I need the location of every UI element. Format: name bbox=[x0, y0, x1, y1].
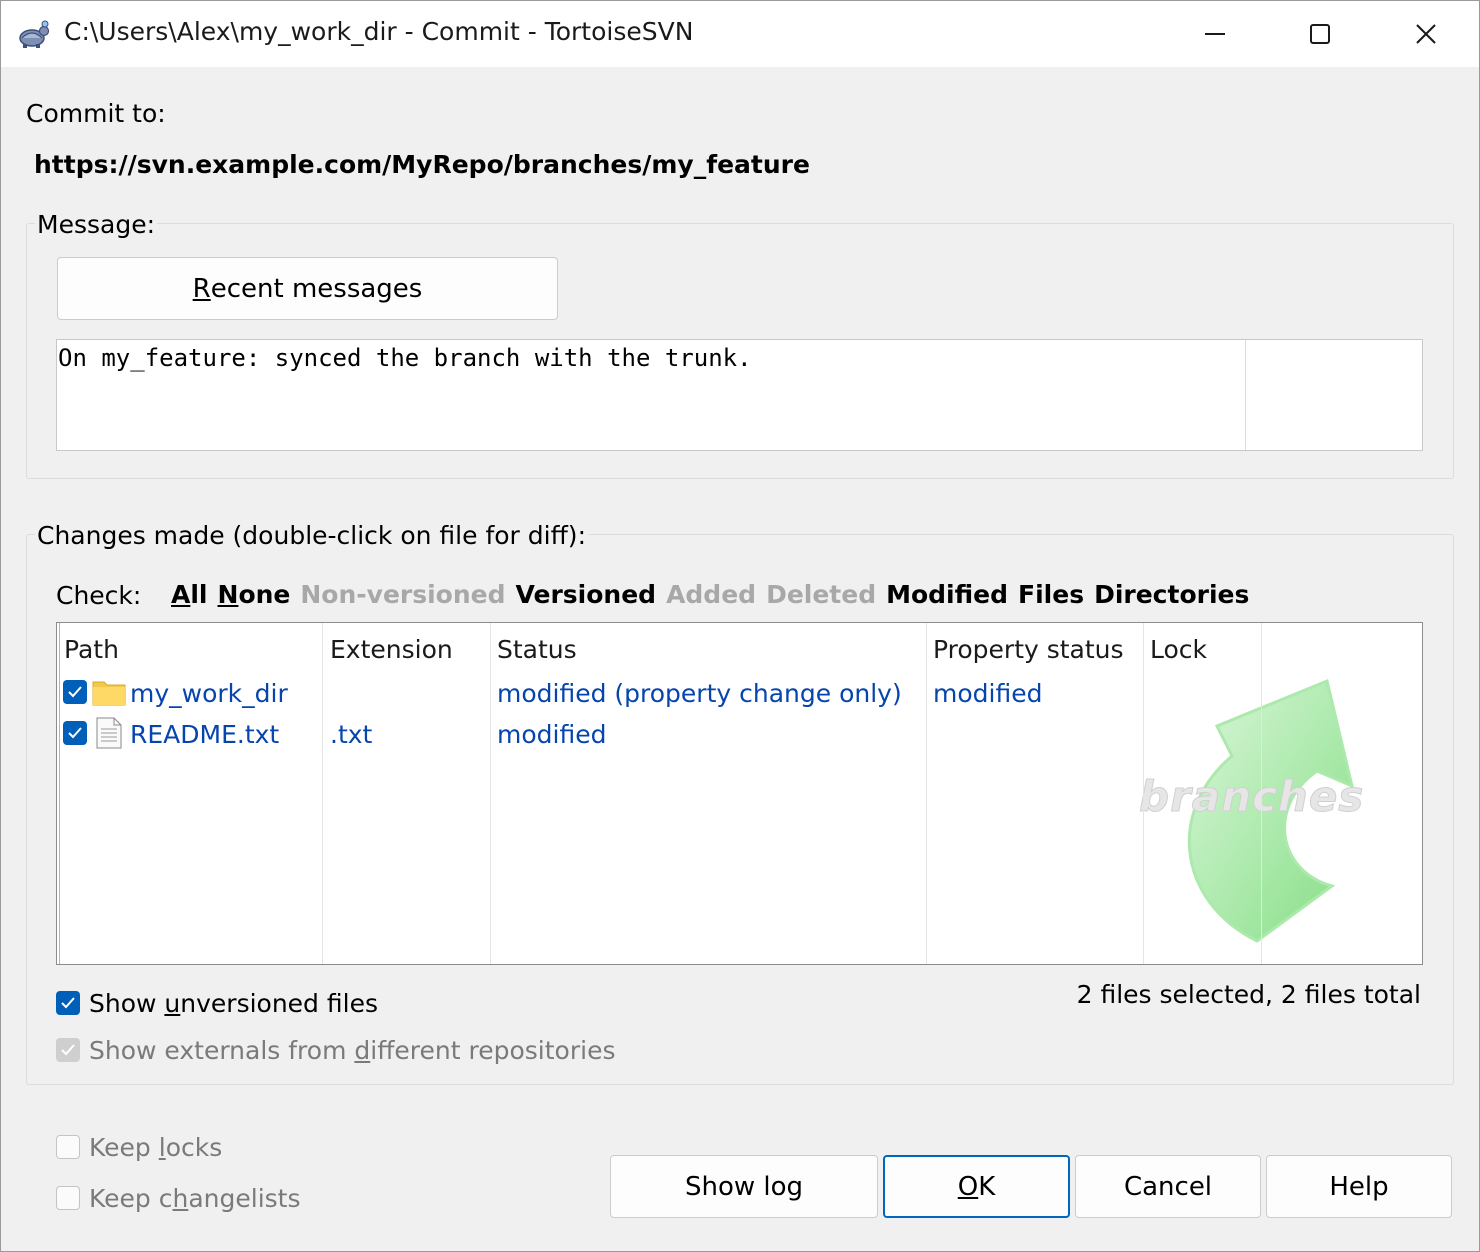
filter-non-versioned-link: Non-versioned bbox=[300, 580, 506, 609]
row-property-status: modified bbox=[933, 679, 1043, 708]
show-externals-accel: d bbox=[354, 1035, 371, 1065]
keep-changelists-option: Keep changelists bbox=[56, 1183, 301, 1213]
recent-messages-button[interactable]: Recent messages bbox=[57, 257, 558, 320]
commit-dialog: C:\Users\Alex\my_work_dir - Commit - Tor… bbox=[0, 0, 1480, 1252]
recent-messages-label: ecent messages bbox=[210, 273, 423, 304]
row-checkbox[interactable] bbox=[63, 721, 87, 745]
maximize-icon bbox=[1310, 24, 1330, 44]
keep-changelists-checkbox bbox=[56, 1186, 80, 1210]
filter-none-accel: N bbox=[217, 580, 239, 609]
row-extension: .txt bbox=[330, 720, 373, 749]
show-unversioned-option[interactable]: Show unversioned files bbox=[56, 988, 378, 1018]
filter-added-link: Added bbox=[666, 580, 757, 609]
close-button[interactable] bbox=[1374, 1, 1478, 67]
minimize-icon bbox=[1205, 33, 1225, 35]
show-unversioned-rest: nversioned files bbox=[180, 988, 378, 1018]
ok-button[interactable]: OK bbox=[883, 1155, 1070, 1218]
window-title: C:\Users\Alex\my_work_dir - Commit - Tor… bbox=[64, 17, 694, 46]
keep-changelists-prefix: Keep c bbox=[89, 1183, 173, 1213]
checkmark-icon bbox=[61, 1044, 75, 1056]
checkmark-icon bbox=[68, 686, 82, 698]
filter-deleted-link: Deleted bbox=[766, 580, 877, 609]
keep-locks-prefix: Keep bbox=[89, 1132, 159, 1162]
cancel-label: Cancel bbox=[1123, 1171, 1213, 1202]
filter-files-link[interactable]: Files bbox=[1018, 580, 1084, 609]
filter-modified-link[interactable]: Modified bbox=[886, 580, 1008, 609]
row-path: README.txt bbox=[130, 720, 280, 749]
cancel-button[interactable]: Cancel bbox=[1075, 1155, 1261, 1218]
show-externals-option: Show externals from different repositori… bbox=[56, 1035, 615, 1065]
row-checkbox[interactable] bbox=[63, 680, 87, 704]
commit-message-text: On my_feature: synced the branch with th… bbox=[58, 344, 752, 372]
commit-to-label: Commit to: bbox=[26, 99, 166, 128]
keep-locks-accel: l bbox=[158, 1132, 166, 1162]
folder-icon bbox=[92, 681, 126, 706]
help-label: Help bbox=[1329, 1171, 1389, 1202]
column-header-status[interactable]: Status bbox=[497, 635, 577, 664]
changes-label: Changes made (double-click on file for d… bbox=[35, 521, 588, 550]
ok-label: K bbox=[978, 1171, 996, 1202]
column-header-lock[interactable]: Lock bbox=[1150, 635, 1207, 664]
filter-all-text: ll bbox=[190, 580, 208, 609]
checkmark-icon bbox=[61, 997, 75, 1009]
changes-list[interactable]: branches Path Extension Status Property … bbox=[56, 622, 1423, 965]
show-externals-checkbox bbox=[56, 1038, 80, 1062]
row-status: modified bbox=[497, 720, 607, 749]
filter-none-link[interactable]: None bbox=[218, 580, 291, 609]
row-status: modified (property change only) bbox=[497, 679, 902, 708]
show-unversioned-prefix: Show bbox=[89, 988, 165, 1018]
column-header-property-status[interactable]: Property status bbox=[933, 635, 1124, 664]
tortoisesvn-icon bbox=[19, 20, 50, 48]
commit-url: https://svn.example.com/MyRepo/branches/… bbox=[34, 150, 810, 179]
keep-locks-rest: ocks bbox=[165, 1132, 223, 1162]
close-icon bbox=[1416, 24, 1436, 44]
watermark-text: branches bbox=[1139, 772, 1364, 821]
show-externals-rest: ifferent repositories bbox=[370, 1035, 616, 1065]
check-label: Check: bbox=[56, 581, 142, 610]
checkmark-icon bbox=[68, 727, 82, 739]
minimize-button[interactable] bbox=[1163, 1, 1267, 67]
column-header-extension[interactable]: Extension bbox=[330, 635, 453, 664]
keep-changelists-rest: angelists bbox=[188, 1183, 301, 1213]
message-scrollbar[interactable] bbox=[1245, 340, 1246, 450]
table-row[interactable]: my_work_dir modified (property change on… bbox=[57, 675, 1422, 715]
column-header-path[interactable]: Path bbox=[64, 635, 119, 664]
filter-none-text: one bbox=[238, 580, 291, 609]
show-log-label: Show log bbox=[684, 1171, 804, 1202]
show-unversioned-accel: u bbox=[164, 988, 181, 1018]
selection-summary: 2 files selected, 2 files total bbox=[1076, 980, 1421, 1009]
check-filter-bar: All None Non-versioned Versioned Added D… bbox=[171, 580, 1249, 609]
commit-message-input[interactable]: On my_feature: synced the branch with th… bbox=[56, 339, 1423, 451]
show-externals-prefix: Show externals from bbox=[89, 1035, 355, 1065]
title-bar[interactable]: C:\Users\Alex\my_work_dir - Commit - Tor… bbox=[1, 1, 1479, 67]
keep-locks-option: Keep locks bbox=[56, 1132, 222, 1162]
row-path: my_work_dir bbox=[130, 679, 288, 708]
table-row[interactable]: README.txt .txt modified bbox=[57, 716, 1422, 756]
ok-accel: O bbox=[957, 1171, 979, 1202]
filter-directories-link[interactable]: Directories bbox=[1094, 580, 1249, 609]
recent-messages-accel: R bbox=[192, 273, 211, 304]
message-label: Message: bbox=[35, 210, 157, 239]
text-file-icon bbox=[96, 717, 122, 749]
keep-changelists-accel: h bbox=[172, 1183, 189, 1213]
show-log-button[interactable]: Show log bbox=[610, 1155, 878, 1218]
help-button[interactable]: Help bbox=[1266, 1155, 1452, 1218]
maximize-button[interactable] bbox=[1268, 1, 1372, 67]
filter-all-link[interactable]: All bbox=[171, 580, 208, 609]
show-unversioned-checkbox[interactable] bbox=[56, 991, 80, 1015]
filter-all-accel: A bbox=[171, 580, 191, 609]
keep-locks-checkbox bbox=[56, 1135, 80, 1159]
filter-versioned-link[interactable]: Versioned bbox=[516, 580, 657, 609]
